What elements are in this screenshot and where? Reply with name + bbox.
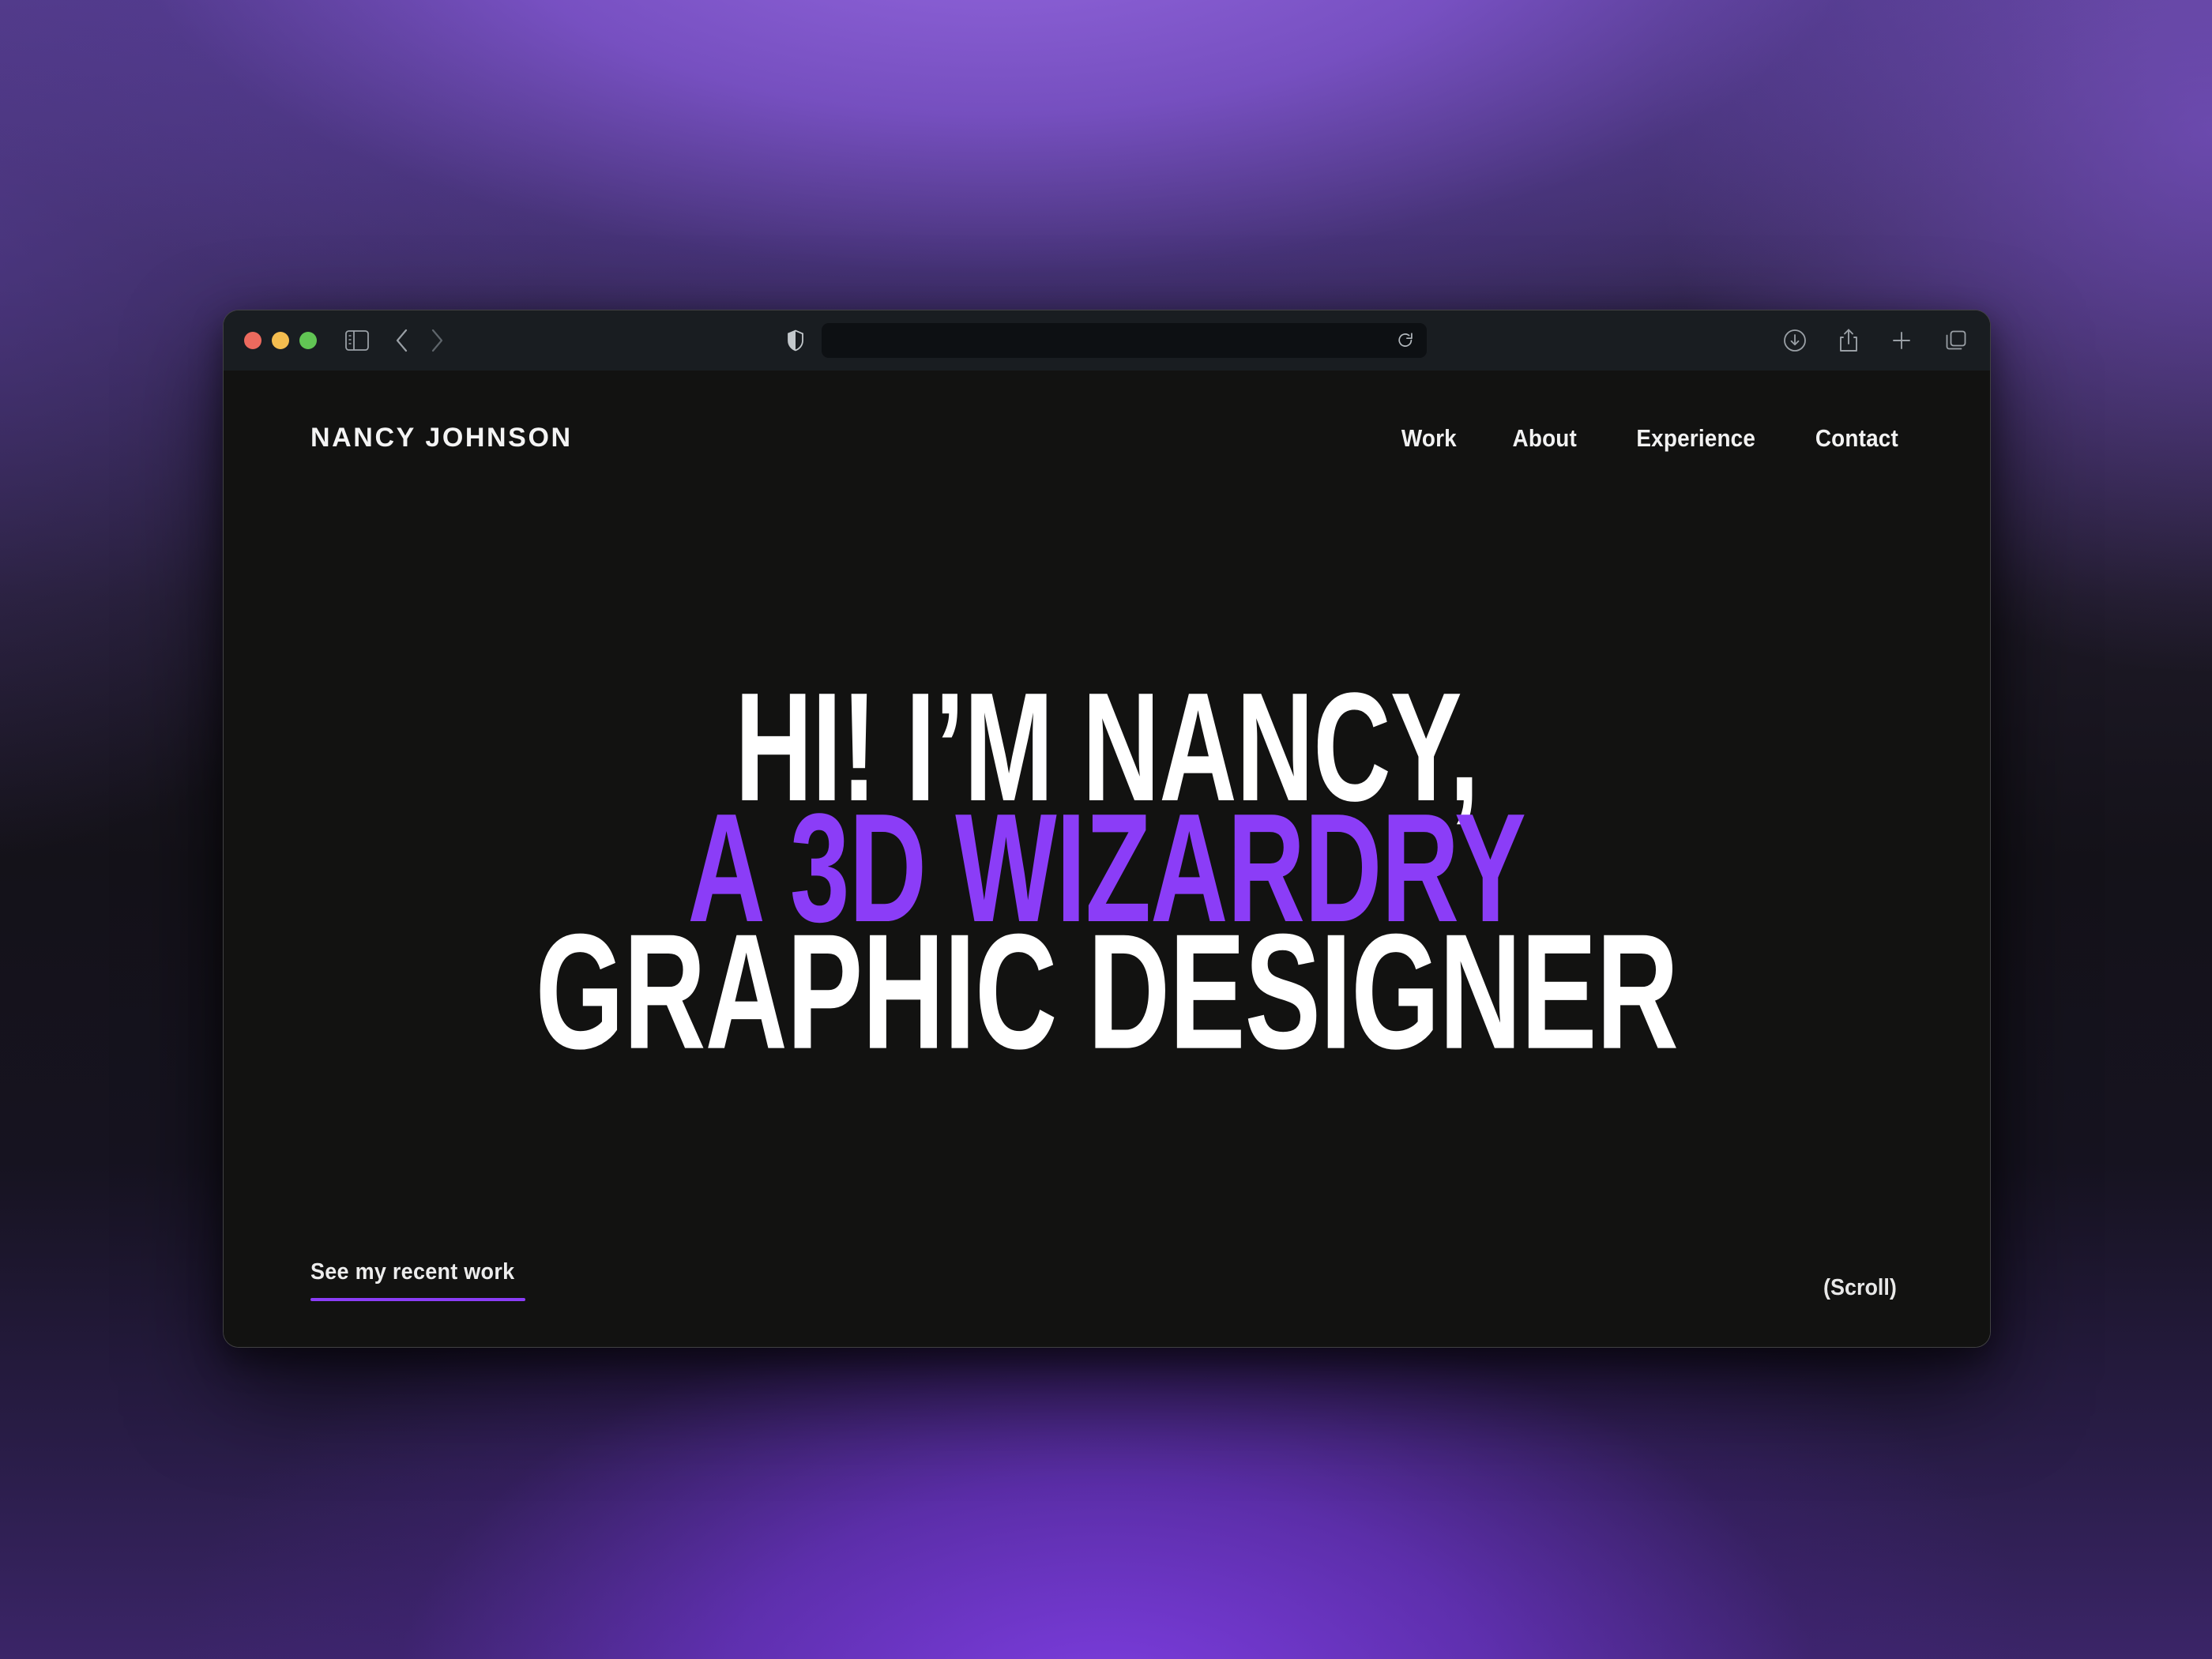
hero-section: HI! I’M NANCY, A 3D WIZARDRY GRAPHIC DES…: [224, 453, 1990, 1347]
site-logo[interactable]: NANCY JOHNSON: [310, 423, 573, 453]
nav-link-work[interactable]: Work: [1401, 424, 1457, 453]
address-bar-region: [224, 310, 1990, 371]
nav-link-contact[interactable]: Contact: [1815, 424, 1898, 453]
share-icon[interactable]: [1838, 328, 1859, 353]
hero-footer: See my recent work (Scroll): [224, 1259, 1990, 1301]
browser-toolbar: [224, 310, 1990, 371]
sidebar-icon[interactable]: [345, 330, 369, 351]
nav-link-about[interactable]: About: [1513, 424, 1577, 453]
chevron-right-icon[interactable]: [429, 328, 445, 353]
reload-icon[interactable]: [1397, 331, 1414, 350]
browser-window: NANCY JOHNSON Work About Experience Cont…: [223, 310, 1991, 1348]
maximize-window-button[interactable]: [299, 332, 317, 349]
link-underline: [310, 1298, 525, 1301]
see-my-recent-work-label: See my recent work: [310, 1259, 515, 1285]
window-controls: [244, 332, 317, 349]
scroll-hint: (Scroll): [1823, 1275, 1897, 1300]
close-window-button[interactable]: [244, 332, 261, 349]
address-bar[interactable]: [822, 323, 1427, 358]
site-nav: Work About Experience Contact: [1398, 424, 1903, 453]
see-my-recent-work-link[interactable]: See my recent work: [310, 1259, 530, 1301]
desktop-backdrop: NANCY JOHNSON Work About Experience Cont…: [0, 0, 2212, 1659]
download-circle-icon[interactable]: [1783, 329, 1807, 352]
chevron-left-icon[interactable]: [394, 328, 410, 353]
minimize-window-button[interactable]: [272, 332, 289, 349]
nav-link-experience[interactable]: Experience: [1636, 424, 1755, 453]
shield-icon[interactable]: [787, 329, 804, 352]
webpage-content: NANCY JOHNSON Work About Experience Cont…: [224, 371, 1990, 1347]
tab-overview-icon[interactable]: [1944, 329, 1968, 352]
toolbar-right-group: [1783, 328, 1968, 353]
site-header: NANCY JOHNSON Work About Experience Cont…: [224, 371, 1990, 453]
hero-headline-line-3: GRAPHIC DESIGNER: [535, 901, 1679, 1084]
plus-icon[interactable]: [1890, 329, 1913, 352]
